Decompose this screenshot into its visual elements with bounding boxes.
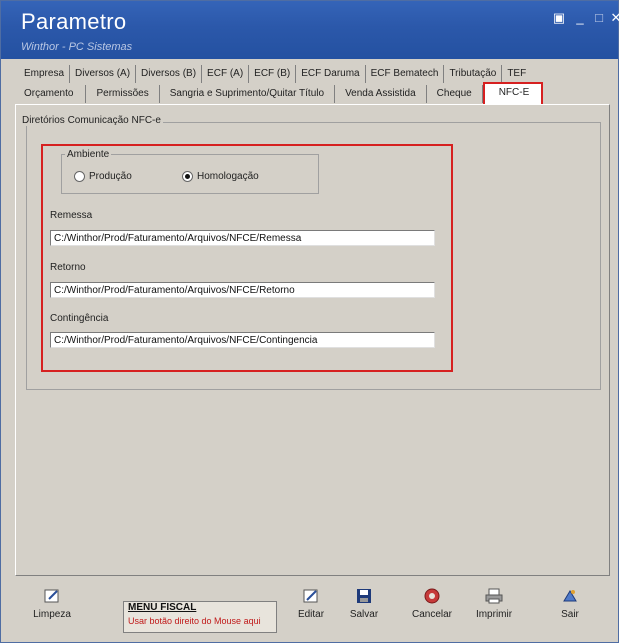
- contingencia-label: Contingência: [50, 313, 109, 324]
- save-icon: [355, 587, 373, 605]
- menu-fiscal-box[interactable]: MENU FISCAL Usar botão direito do Mouse …: [123, 601, 277, 633]
- tab-tef[interactable]: TEF: [502, 65, 531, 83]
- limpeza-icon: [43, 587, 61, 605]
- tab-diversos-a[interactable]: Diversos (A): [70, 65, 137, 83]
- tab-ecf-bematech[interactable]: ECF Bematech: [366, 65, 445, 83]
- radio-producao-icon: [74, 171, 85, 182]
- radio-homologacao-icon: [182, 171, 193, 182]
- tab-sangria-suprimento[interactable]: Sangria e Suprimento/Quitar Título: [160, 85, 336, 103]
- remessa-field[interactable]: C:/Winthor/Prod/Faturamento/Arquivos/NFC…: [50, 230, 435, 246]
- tab-row-1: Empresa Diversos (A) Diversos (B) ECF (A…: [19, 65, 531, 83]
- menu-fiscal-hint: Usar botão direito do Mouse aqui: [128, 616, 261, 626]
- imprimir-button[interactable]: Imprimir: [471, 587, 517, 620]
- retorno-field[interactable]: C:/Winthor/Prod/Faturamento/Arquivos/NFC…: [50, 282, 435, 298]
- radio-producao-label: Produção: [89, 171, 132, 182]
- tab-ecf-daruma[interactable]: ECF Daruma: [296, 65, 366, 83]
- tab-ecf-a[interactable]: ECF (A): [202, 65, 250, 83]
- cancel-icon: [423, 587, 441, 605]
- salvar-button[interactable]: Salvar: [341, 587, 387, 620]
- salvar-label: Salvar: [349, 609, 379, 620]
- tab-row-2: Orçamento Permissões Sangria e Supriment…: [19, 82, 544, 108]
- editar-button[interactable]: Editar: [288, 587, 334, 620]
- limpeza-button[interactable]: Limpeza: [29, 587, 75, 620]
- tab-empresa[interactable]: Empresa: [19, 65, 71, 83]
- nfce-tab-panel: Diretórios Comunicação NFC-e Ambiente Pr…: [15, 104, 610, 576]
- remessa-label: Remessa: [50, 210, 93, 221]
- retorno-label: Retorno: [50, 262, 86, 273]
- radio-homologacao-label: Homologação: [197, 171, 259, 182]
- minimize-icon[interactable]: _: [573, 11, 587, 25]
- tab-orcamento[interactable]: Orçamento: [19, 85, 87, 103]
- radio-producao[interactable]: Produção: [74, 171, 132, 182]
- exit-icon: [561, 587, 579, 605]
- editar-icon: [302, 587, 320, 605]
- ambiente-label: Ambiente: [65, 149, 112, 160]
- title-bar[interactable]: Parametro Winthor - PC Sistemas ▣ _ □ ✕: [1, 1, 619, 59]
- tab-tributacao[interactable]: Tributação: [444, 65, 503, 83]
- menu-fiscal-title: MENU FISCAL: [128, 602, 197, 613]
- sair-button[interactable]: Sair: [547, 587, 593, 620]
- contingencia-field[interactable]: C:/Winthor/Prod/Faturamento/Arquivos/NFC…: [50, 332, 435, 348]
- diretorios-group-title: Diretórios Comunicação NFC-e: [20, 115, 163, 126]
- window-subtitle: Winthor - PC Sistemas: [21, 41, 133, 53]
- sair-label: Sair: [561, 609, 579, 620]
- radio-homologacao[interactable]: Homologação: [182, 171, 259, 182]
- tab-diversos-b[interactable]: Diversos (B): [136, 65, 203, 83]
- parametro-window: Parametro Winthor - PC Sistemas ▣ _ □ ✕ …: [0, 0, 619, 643]
- imprimir-label: Imprimir: [475, 609, 513, 620]
- tab-venda-assistida[interactable]: Venda Assistida: [335, 85, 427, 103]
- cancelar-label: Cancelar: [411, 609, 453, 620]
- tab-permissoes[interactable]: Permissões: [86, 85, 160, 103]
- window-title: Parametro: [21, 9, 127, 34]
- tab-cheque[interactable]: Cheque: [427, 85, 483, 103]
- cancelar-button[interactable]: Cancelar: [409, 587, 455, 620]
- editar-label: Editar: [297, 609, 325, 620]
- restore-icon[interactable]: ▣: [552, 11, 566, 25]
- limpeza-label: Limpeza: [33, 609, 71, 620]
- maximize-icon[interactable]: □: [592, 11, 606, 25]
- close-icon[interactable]: ✕: [609, 11, 619, 25]
- bottom-toolbar: Limpeza MENU FISCAL Usar botão direito d…: [15, 581, 610, 637]
- printer-icon: [485, 587, 503, 605]
- tab-ecf-b[interactable]: ECF (B): [249, 65, 297, 83]
